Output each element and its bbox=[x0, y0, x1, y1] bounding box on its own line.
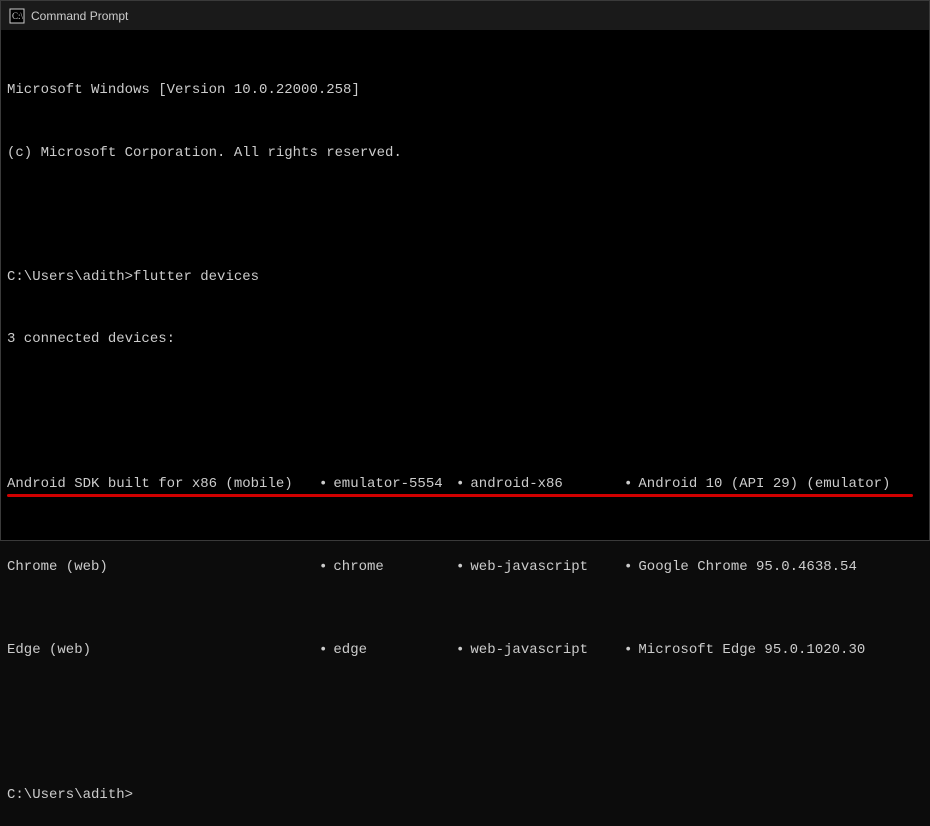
device-id: •edge bbox=[319, 640, 456, 661]
highlight-underline bbox=[7, 494, 913, 497]
device-name: Edge (web) bbox=[7, 640, 319, 661]
bullet-icon: • bbox=[456, 476, 464, 492]
prompt-line-1: C:\Users\adith>flutter devices bbox=[7, 267, 923, 288]
version-line: Microsoft Windows [Version 10.0.22000.25… bbox=[7, 80, 923, 101]
device-platform: •android-x86 bbox=[456, 474, 624, 495]
terminal-area[interactable]: Microsoft Windows [Version 10.0.22000.25… bbox=[1, 31, 929, 540]
device-row-edge: Edge (web) •edge •web-javascript •Micros… bbox=[7, 640, 923, 661]
device-platform: •web-javascript bbox=[456, 640, 624, 661]
window-title: Command Prompt bbox=[31, 9, 128, 23]
svg-text:C:\: C:\ bbox=[12, 11, 24, 21]
blank-line bbox=[7, 205, 923, 226]
prompt-path: C:\Users\adith> bbox=[7, 269, 133, 285]
bullet-icon: • bbox=[319, 476, 327, 492]
bullet-icon: • bbox=[456, 642, 464, 658]
device-row-chrome: Chrome (web) •chrome •web-javascript •Go… bbox=[7, 557, 923, 578]
device-platform: •web-javascript bbox=[456, 557, 624, 578]
command-text: flutter devices bbox=[133, 269, 259, 285]
device-version: •Microsoft Edge 95.0.1020.30 bbox=[624, 640, 923, 661]
blank-line bbox=[7, 391, 923, 412]
bullet-icon: • bbox=[319, 559, 327, 575]
connected-count: 3 connected devices: bbox=[7, 329, 923, 350]
blank-line bbox=[7, 723, 923, 744]
copyright-line: (c) Microsoft Corporation. All rights re… bbox=[7, 143, 923, 164]
cmd-icon: C:\ bbox=[9, 8, 25, 24]
prompt-line-2[interactable]: C:\Users\adith> bbox=[7, 785, 923, 806]
bullet-icon: • bbox=[456, 559, 464, 575]
device-id: •chrome bbox=[319, 557, 456, 578]
device-name: Chrome (web) bbox=[7, 557, 319, 578]
prompt-path: C:\Users\adith> bbox=[7, 787, 133, 803]
device-id: •emulator-5554 bbox=[319, 474, 456, 495]
device-row-android: Android SDK built for x86 (mobile) •emul… bbox=[7, 474, 923, 495]
bullet-icon: • bbox=[624, 642, 632, 658]
bullet-icon: • bbox=[624, 476, 632, 492]
bullet-icon: • bbox=[319, 642, 327, 658]
device-name: Android SDK built for x86 (mobile) bbox=[7, 474, 319, 495]
device-version: •Android 10 (API 29) (emulator) bbox=[624, 474, 923, 495]
bullet-icon: • bbox=[624, 559, 632, 575]
titlebar[interactable]: C:\ Command Prompt bbox=[1, 1, 929, 31]
device-version: •Google Chrome 95.0.4638.54 bbox=[624, 557, 923, 578]
